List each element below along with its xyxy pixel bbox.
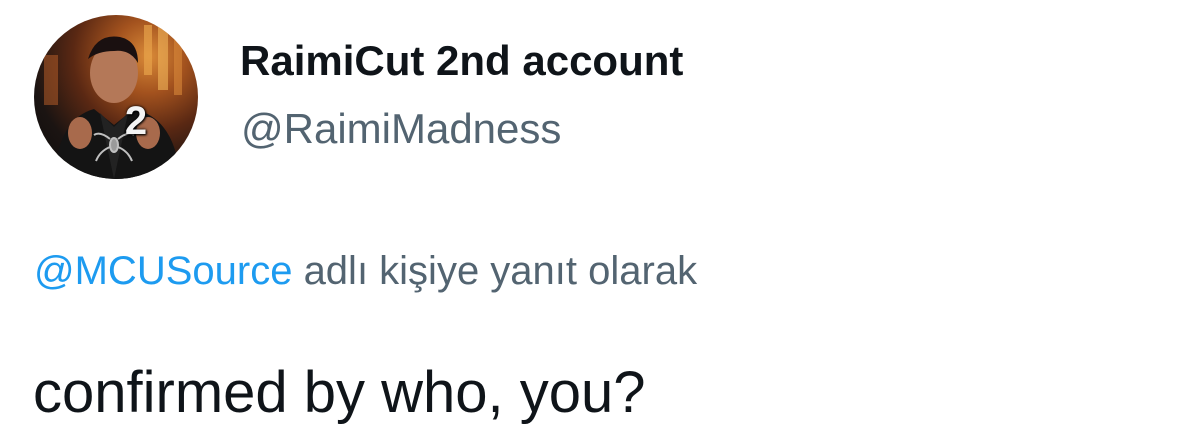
avatar-badge-number: 2 [124, 99, 148, 143]
author-handle[interactable]: @RaimiMadness [241, 104, 561, 154]
reply-mention-link[interactable]: @MCUSource [34, 249, 292, 293]
author-display-name[interactable]: RaimiCut 2nd account [240, 36, 683, 86]
avatar-image [44, 20, 182, 179]
reply-context-label: adlı kişiye yanıt olarak [303, 249, 698, 293]
tweet-card: 2 RaimiCut 2nd account @RaimiMadness @MC… [0, 0, 1200, 439]
tweet-text: confirmed by who, you? [33, 360, 646, 425]
author-avatar[interactable]: 2 [34, 15, 198, 179]
reply-context: @MCUSource adlı kişiye yanıt olarak [34, 246, 697, 296]
